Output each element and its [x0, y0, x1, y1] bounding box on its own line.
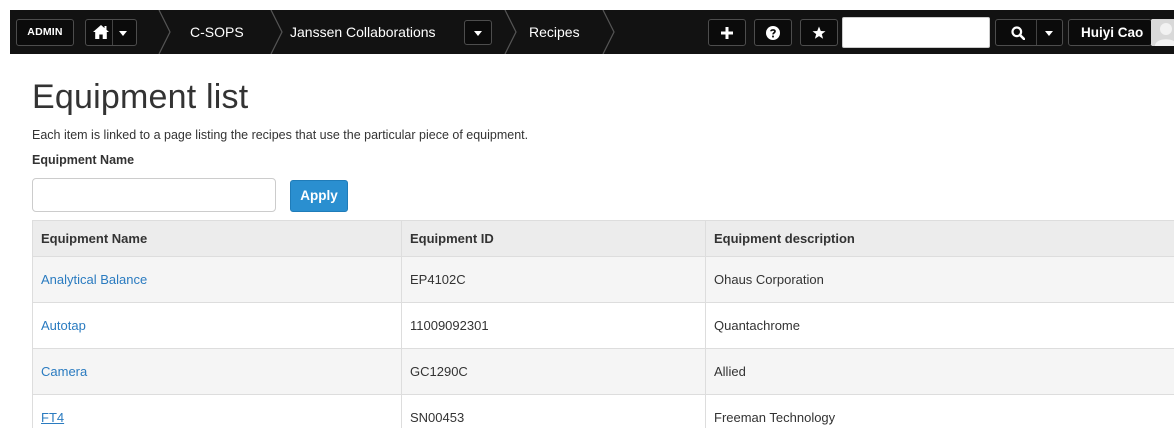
breadcrumb-item-c-sops[interactable]: C-SOPS [190, 10, 244, 54]
chevron-down-icon [474, 31, 482, 36]
admin-button[interactable]: ADMIN [16, 19, 74, 46]
equipment-name-filter-input[interactable] [32, 178, 276, 212]
equipment-description-cell: Ohaus Corporation [705, 256, 1174, 303]
equipment-description-cell: Quantachrome [705, 302, 1174, 349]
table-header-row: Equipment Name Equipment ID Equipment de… [32, 220, 1174, 257]
equipment-name-cell: Camera [32, 348, 402, 395]
search-button[interactable] [995, 19, 1063, 46]
equipment-name-cell: FT4 [32, 394, 402, 428]
breadcrumb-separator-icon [504, 10, 517, 54]
star-icon [812, 26, 826, 39]
help-icon [766, 25, 780, 40]
user-avatar-icon [1151, 19, 1174, 46]
search-input[interactable] [842, 17, 990, 48]
home-dropdown-button[interactable] [85, 19, 137, 46]
user-menu-button[interactable]: Huiyi Cao [1068, 19, 1152, 46]
equipment-description-cell: Freeman Technology [705, 394, 1174, 428]
add-button[interactable] [708, 19, 746, 46]
equipment-id-cell: GC1290C [401, 348, 706, 395]
breadcrumb-separator-icon [602, 10, 615, 54]
table-row: Analytical Balance EP4102C Ohaus Corpora… [32, 256, 1174, 303]
equipment-table: Equipment Name Equipment ID Equipment de… [32, 220, 1174, 428]
chevron-down-icon [1045, 31, 1053, 36]
column-header-equipment-name[interactable]: Equipment Name [32, 220, 402, 257]
breadcrumb-item-recipes[interactable]: Recipes [529, 10, 580, 54]
breadcrumb-dropdown-button[interactable] [464, 20, 492, 45]
table-row: FT4 SN00453 Freeman Technology [32, 394, 1174, 428]
plus-icon [721, 26, 733, 39]
column-header-equipment-id[interactable]: Equipment ID [401, 220, 706, 257]
equipment-name-cell: Analytical Balance [32, 256, 402, 303]
column-header-equipment-description[interactable]: Equipment description [705, 220, 1174, 257]
page-description: Each item is linked to a page listing th… [32, 128, 529, 142]
equipment-link[interactable]: Camera [41, 364, 87, 379]
table-row: Autotap 11009092301 Quantachrome [32, 302, 1174, 349]
equipment-name-cell: Autotap [32, 302, 402, 349]
page-title: Equipment list [32, 78, 249, 116]
search-icon [1011, 26, 1025, 40]
apply-button[interactable]: Apply [290, 180, 348, 212]
equipment-id-cell: SN00453 [401, 394, 706, 428]
filter-label: Equipment Name [32, 153, 135, 167]
button-divider [112, 20, 113, 45]
equipment-link[interactable]: Autotap [41, 318, 86, 333]
table-row: Camera GC1290C Allied [32, 348, 1174, 395]
breadcrumb-item-janssen-collaborations[interactable]: Janssen Collaborations [290, 10, 436, 54]
avatar[interactable] [1151, 19, 1174, 46]
top-navbar: ADMIN C-SOPS Janssen Collaborations Reci… [10, 10, 1174, 54]
chevron-down-icon [119, 31, 127, 36]
equipment-link[interactable]: FT4 [41, 410, 64, 425]
favorites-button[interactable] [800, 19, 838, 46]
home-icon [93, 25, 109, 39]
help-button[interactable] [754, 19, 792, 46]
equipment-description-cell: Allied [705, 348, 1174, 395]
equipment-id-cell: EP4102C [401, 256, 706, 303]
equipment-id-cell: 11009092301 [401, 302, 706, 349]
breadcrumb-separator-icon [270, 10, 283, 54]
breadcrumb-separator-icon [158, 10, 171, 54]
equipment-link[interactable]: Analytical Balance [41, 272, 147, 287]
button-divider [1036, 20, 1037, 45]
